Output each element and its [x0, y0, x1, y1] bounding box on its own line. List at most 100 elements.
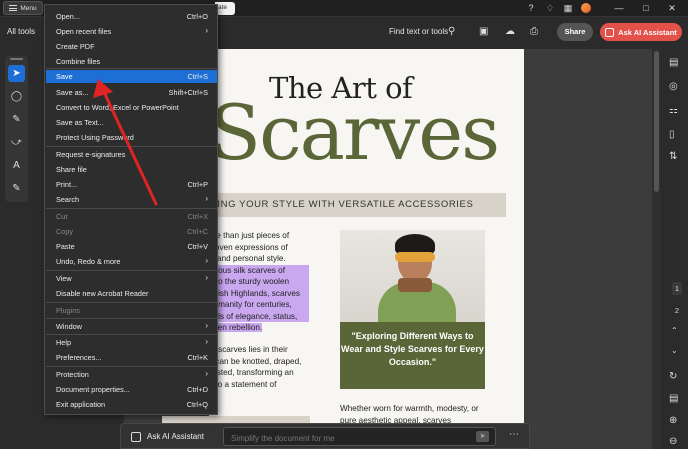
menu-item-label: Request e-signatures: [56, 150, 126, 159]
menu-item-exit-application[interactable]: Exit application Ctrl+Q: [46, 398, 217, 411]
document-icon[interactable]: ▤: [669, 393, 678, 404]
menu-separator: [46, 208, 217, 209]
avatar[interactable]: [581, 3, 591, 13]
comments-panel-icon[interactable]: ▤: [669, 57, 678, 68]
print-icon[interactable]: ⎙: [530, 26, 538, 37]
menu-item-undo-redo[interactable]: Undo, Redo & more ›: [46, 255, 217, 268]
menu-item-share-file[interactable]: Share file: [46, 163, 217, 176]
menu-item-document-properties[interactable]: Document properties... Ctrl+D: [46, 383, 217, 396]
menu-separator: [46, 334, 217, 335]
menu-item-disable-new-reader[interactable]: Disable new Acrobat Reader: [46, 287, 217, 300]
select-tool-icon[interactable]: ➤: [8, 65, 25, 82]
menu-button[interactable]: Menu: [3, 1, 43, 15]
menu-item-save-as[interactable]: Save as... Shift+Ctrl+S: [46, 86, 217, 99]
menu-item-help[interactable]: Help ›: [46, 336, 217, 349]
more-options-icon[interactable]: ⋯: [509, 429, 520, 440]
page-number-1[interactable]: 1: [672, 282, 682, 295]
menu-item-combine-files[interactable]: Combine files: [46, 55, 217, 68]
menu-item-label: Search: [56, 195, 80, 204]
bookmark-icon[interactable]: ⚏: [669, 105, 678, 116]
menu-separator: [46, 68, 217, 69]
ai-bar-label[interactable]: Ask AI Assistant: [147, 432, 204, 441]
menu-item-protect-using-password[interactable]: Protect Using Password: [46, 131, 217, 144]
zoom-out-icon[interactable]: ⊖: [669, 436, 677, 447]
menu-item-convert[interactable]: Convert to Word, Excel or PowerPoint: [46, 101, 217, 114]
menu-item-copy[interactable]: Copy Ctrl+C: [46, 225, 217, 238]
menu-item-cut[interactable]: Cut Ctrl+X: [46, 210, 217, 223]
help-icon[interactable]: ?: [526, 3, 536, 13]
maximize-button[interactable]: □: [641, 3, 651, 13]
send-icon[interactable]: ➤: [476, 431, 489, 442]
menu-item-shortcut: Ctrl+C: [187, 227, 208, 236]
text-tool-icon[interactable]: A: [8, 157, 25, 174]
page-number-2[interactable]: 2: [672, 304, 682, 317]
menu-item-label: Save: [56, 72, 73, 81]
menu-separator: [46, 270, 217, 271]
menu-item-paste[interactable]: Paste Ctrl+V: [46, 240, 217, 253]
pen-tool-icon[interactable]: ✎: [8, 111, 25, 128]
ask-ai-assistant-button[interactable]: Ask AI Assistant: [600, 23, 682, 41]
save-icon[interactable]: ▣: [479, 26, 488, 37]
search-icon[interactable]: ⚲: [448, 26, 455, 37]
menu-item-label: Paste: [56, 242, 75, 251]
chevron-right-icon: ›: [205, 26, 208, 35]
ai-panel-icon[interactable]: ◎: [669, 81, 678, 92]
comment-tool-icon[interactable]: ◯: [8, 88, 25, 105]
menu-item-search[interactable]: Search ›: [46, 193, 217, 206]
menu-item-label: Exit application: [56, 400, 106, 409]
document-tab[interactable]: ate: [215, 2, 235, 15]
chevron-down-icon[interactable]: ⌄: [671, 346, 678, 355]
upload-icon[interactable]: ☁: [505, 26, 515, 37]
chevron-right-icon: ›: [205, 337, 208, 346]
menu-item-label: Save as...: [56, 88, 89, 97]
menu-item-print[interactable]: Print... Ctrl+P: [46, 178, 217, 191]
ai-assistant-bar: Ask AI Assistant ➤ ⋯: [120, 423, 530, 449]
menu-item-shortcut: Ctrl+D: [187, 385, 208, 394]
body-line: woven expressions of: [209, 242, 288, 252]
vertical-scrollbar[interactable]: [652, 49, 661, 449]
menu-item-label: Help: [56, 338, 72, 347]
bell-icon[interactable]: ♢: [545, 3, 555, 13]
attachments-icon[interactable]: ⇅: [669, 151, 677, 162]
close-button[interactable]: ✕: [667, 3, 677, 13]
menu-item-open[interactable]: Open... Ctrl+O: [46, 10, 217, 23]
body-line: ore than just pieces of: [209, 231, 290, 240]
menu-item-window[interactable]: Window ›: [46, 320, 217, 333]
menu-item-label: Convert to Word, Excel or PowerPoint: [56, 103, 179, 112]
all-tools-label[interactable]: All tools: [7, 27, 35, 36]
menu-item-create-pdf[interactable]: Create PDF: [46, 40, 217, 53]
lasso-tool-icon[interactable]: ⤻: [8, 134, 25, 151]
ai-prompt-input[interactable]: [223, 427, 496, 446]
menu-item-shortcut: Shift+Ctrl+S: [168, 88, 208, 97]
body-line: into a statement of: [209, 379, 277, 389]
menu-item-label: Open recent files: [56, 27, 112, 36]
rail-grip[interactable]: [10, 58, 23, 60]
share-button[interactable]: Share: [557, 23, 593, 41]
chevron-up-icon[interactable]: ⌃: [671, 326, 678, 335]
pdf-page[interactable]: The Art of Scarves TING YOUR STYLE WITH …: [209, 49, 524, 449]
model-photo: [340, 230, 485, 337]
menu-item-save[interactable]: Save Ctrl+S: [46, 70, 217, 83]
body-line: y, and personal style.: [209, 254, 286, 263]
chevron-right-icon: ›: [205, 273, 208, 282]
chevron-right-icon: ›: [205, 321, 208, 330]
pages-icon[interactable]: ▯: [669, 129, 675, 140]
apps-icon[interactable]: ▦: [563, 3, 573, 13]
scrollbar-thumb[interactable]: [654, 51, 659, 192]
menu-item-request-esignatures[interactable]: Request e-signatures: [46, 148, 217, 161]
refresh-icon[interactable]: ↻: [669, 371, 677, 382]
menu-item-save-as-text[interactable]: Save as Text...: [46, 116, 217, 129]
stamp-tool-icon[interactable]: ✎: [8, 180, 25, 197]
menu-item-view[interactable]: View ›: [46, 272, 217, 285]
minimize-button[interactable]: —: [614, 3, 624, 13]
menu-item-protection[interactable]: Protection ›: [46, 368, 217, 381]
menu-item-plugins[interactable]: Plugins: [46, 304, 217, 317]
menu-item-label: View: [56, 274, 72, 283]
find-text-label[interactable]: Find text or tools: [389, 27, 448, 36]
menu-item-preferences[interactable]: Preferences... Ctrl+K: [46, 351, 217, 364]
menu-item-label: Plugins: [56, 306, 80, 315]
body-line-highlighted: humanity for centuries,: [209, 299, 309, 311]
zoom-in-icon[interactable]: ⊕: [669, 415, 677, 426]
menu-item-open-recent-files[interactable]: Open recent files ›: [46, 25, 217, 38]
ai-assistant-icon: [131, 432, 141, 442]
